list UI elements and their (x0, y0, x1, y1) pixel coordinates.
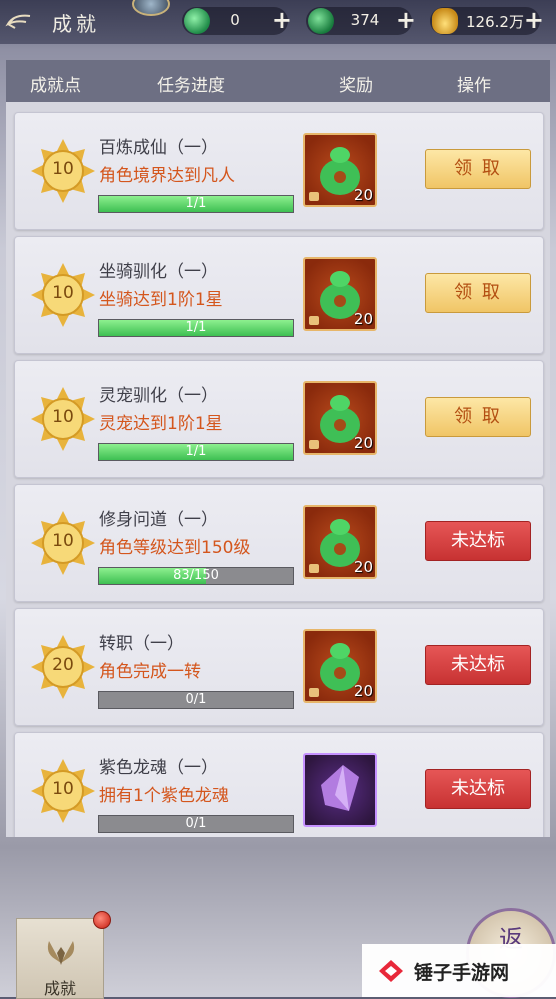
lock-icon (309, 440, 319, 449)
achievement-points: 10 (52, 159, 74, 179)
reward-count: 20 (353, 186, 373, 204)
achievement-row: 20 转职（一） 角色完成一转 0/1 20 未达标 (14, 608, 544, 726)
hammer-logo-icon (379, 960, 403, 982)
achievement-points: 10 (52, 407, 74, 427)
claim-button[interactable]: 领 取 (425, 273, 531, 313)
progress-text: 1/1 (185, 320, 207, 335)
achievement-points: 10 (52, 779, 74, 799)
lock-icon (309, 564, 319, 573)
claim-button[interactable]: 领 取 (425, 149, 531, 189)
achievement-row: 10 坐骑驯化（一） 坐骑达到1阶1星 1/1 20 领 取 (14, 236, 544, 354)
purple-crystal-icon (321, 765, 359, 811)
progress-text: 1/1 (185, 196, 207, 211)
reward-item[interactable]: 20 (303, 505, 377, 579)
watermark-text: 锤子手游网 (414, 962, 510, 984)
orb-icon (132, 0, 170, 16)
progress-text: 0/1 (185, 816, 207, 831)
claim-button[interactable]: 领 取 (425, 397, 531, 437)
achievement-name: 修身问道（一） (99, 510, 218, 530)
achievement-list[interactable]: 10 百炼成仙（一） 角色境界达到凡人 1/1 20 领 取 10 坐骑驯化（一… (6, 102, 550, 837)
reward-item[interactable]: 20 (303, 381, 377, 455)
progress-text: 1/1 (185, 444, 207, 459)
reward-item[interactable]: 20 (303, 133, 377, 207)
notification-dot (93, 911, 111, 929)
progress-bar: 1/1 (98, 443, 294, 461)
jade-resource: 0 + (182, 7, 292, 35)
page-title: 成就 (52, 12, 100, 36)
progress-bar: 83/150 (98, 567, 294, 585)
progress-bar: 1/1 (98, 319, 294, 337)
reward-count: 20 (353, 558, 373, 576)
achievement-description: 坐骑达到1阶1星 (99, 290, 223, 310)
tab-achievement-label: 成就 (43, 979, 76, 998)
bound-jade-resource: 374 + (306, 7, 416, 35)
add-bound-jade-button[interactable]: + (396, 7, 416, 33)
achievement-name: 坐骑驯化（一） (99, 262, 218, 282)
achievement-row: 10 修身问道（一） 角色等级达到150级 83/150 20 未达标 (14, 484, 544, 602)
achievement-row: 10 百炼成仙（一） 角色境界达到凡人 1/1 20 领 取 (14, 112, 544, 230)
achievement-name: 转职（一） (99, 634, 184, 654)
gold-resource: 126.2万 + (430, 7, 544, 35)
column-header-points: 成就点 (30, 76, 81, 96)
reward-count: 20 (353, 682, 373, 700)
not-reached-button[interactable]: 未达标 (425, 769, 531, 809)
reward-item[interactable]: 20 (303, 629, 377, 703)
achievement-description: 灵宠达到1阶1星 (99, 414, 223, 434)
add-gold-button[interactable]: + (524, 7, 544, 33)
achievement-points: 20 (52, 655, 74, 675)
achievement-name: 灵宠驯化（一） (99, 386, 218, 406)
achievement-description: 角色等级达到150级 (99, 538, 251, 558)
top-bar: 成就 0 + 374 + 126.2万 + (0, 0, 556, 44)
column-header-reward: 奖励 (339, 76, 373, 96)
achievement-row: 10 紫色龙魂（一） 拥有1个紫色龙魂 0/1 未达标 (14, 732, 544, 837)
reward-item[interactable]: 20 (303, 257, 377, 331)
reward-count: 20 (353, 310, 373, 328)
achievement-name: 百炼成仙（一） (99, 138, 218, 158)
not-reached-button[interactable]: 未达标 (425, 521, 531, 561)
reward-item[interactable] (303, 753, 377, 827)
not-reached-button[interactable]: 未达标 (425, 645, 531, 685)
lock-icon (309, 192, 319, 201)
progress-bar: 0/1 (98, 691, 294, 709)
achievement-row: 10 灵宠驯化（一） 灵宠达到1阶1星 1/1 20 领 取 (14, 360, 544, 478)
achievement-description: 角色完成一转 (99, 662, 201, 682)
reward-count: 20 (353, 434, 373, 452)
column-header-progress: 任务进度 (157, 76, 225, 96)
achievement-points: 10 (52, 531, 74, 551)
progress-bar: 1/1 (98, 195, 294, 213)
progress-text: 83/150 (173, 568, 219, 583)
achievement-points: 10 (52, 283, 74, 303)
tab-achievement[interactable]: 成就 (16, 911, 111, 999)
lock-icon (309, 316, 319, 325)
progress-bar: 0/1 (98, 815, 294, 833)
watermark: 锤子手游网 (362, 944, 556, 997)
achievement-description: 拥有1个紫色龙魂 (99, 786, 229, 806)
add-jade-button[interactable]: + (272, 7, 292, 33)
column-header-action: 操作 (457, 76, 491, 96)
progress-text: 0/1 (185, 692, 207, 707)
wings-icon (47, 941, 75, 965)
table-header: 成就点 任务进度 奖励 操作 (6, 60, 550, 103)
lock-icon (309, 688, 319, 697)
achievement-name: 紫色龙魂（一） (99, 758, 218, 778)
back-arrow-icon[interactable] (4, 12, 32, 34)
achievement-description: 角色境界达到凡人 (99, 166, 235, 186)
